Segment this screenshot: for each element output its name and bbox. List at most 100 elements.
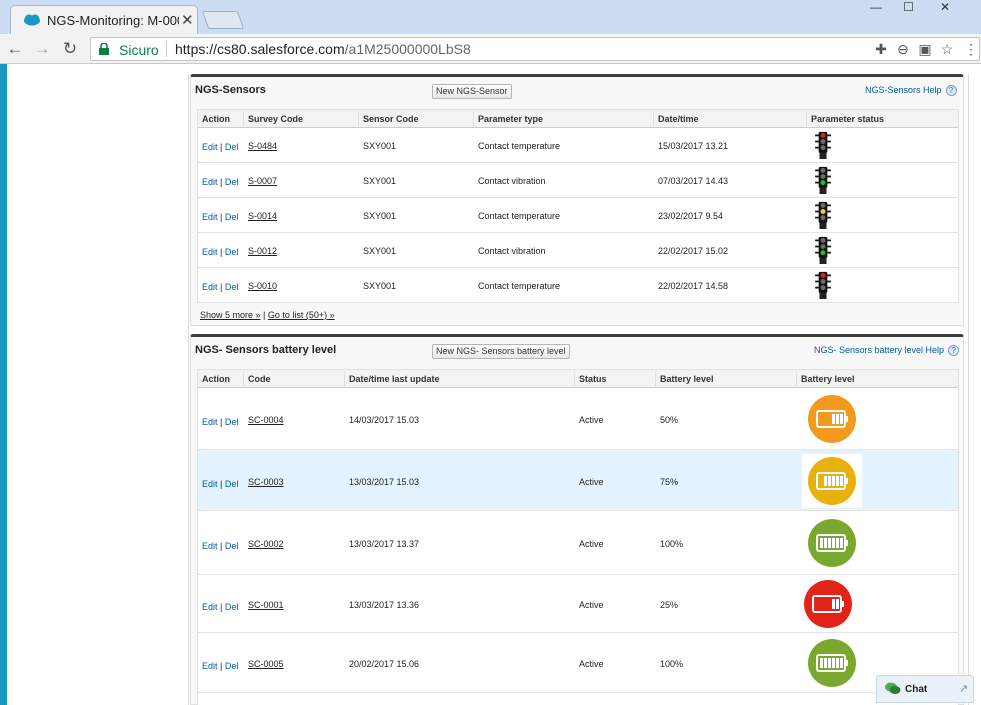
sensor-code: SXY001 [363, 141, 397, 151]
traffic-light-green-icon [815, 166, 831, 194]
url-text[interactable]: https://cs80.salesforce.com/a1M25000000L… [175, 41, 471, 57]
delete-link[interactable]: Del [225, 541, 239, 551]
edit-link[interactable]: Edit [202, 602, 218, 612]
battery-icon-wrap [808, 519, 856, 567]
survey-code-link[interactable]: S-0007 [248, 176, 277, 186]
action-separator: | [220, 417, 223, 427]
content-border [968, 74, 969, 705]
column-divider [574, 372, 575, 386]
bookmark-star-icon[interactable]: ☆ [939, 41, 955, 57]
salesforce-cloud-icon [24, 14, 40, 26]
zoom-icon[interactable]: ⊖ [895, 41, 911, 57]
column-header: Action [202, 114, 230, 124]
battery-code-link[interactable]: SC-0002 [248, 539, 284, 549]
new-tab-button[interactable] [201, 11, 245, 29]
back-icon[interactable]: ← [4, 38, 26, 60]
edit-link[interactable]: Edit [202, 541, 218, 551]
battery-code-link[interactable]: SC-0003 [248, 477, 284, 487]
lock-icon [99, 43, 109, 55]
status: Active [579, 659, 604, 669]
delete-link[interactable]: Del [225, 142, 239, 152]
parameter-type: Contact temperature [478, 141, 561, 151]
chat-label: Chat [905, 684, 928, 695]
browser-tab-strip: NGS-Monitoring: M-000 ✕ — ☐ ✕ [0, 0, 981, 34]
column-divider [655, 372, 656, 386]
row-actions: Edit | Del [202, 602, 238, 612]
row-actions: Edit | Del [202, 177, 238, 187]
survey-code-link[interactable]: S-0014 [248, 211, 277, 221]
delete-link[interactable]: Del [225, 602, 239, 612]
tab-close-icon[interactable]: ✕ [181, 11, 194, 29]
action-separator: | [220, 142, 223, 152]
go-to-list-link[interactable]: Go to list (50+) » [268, 310, 335, 320]
edit-link[interactable]: Edit [202, 479, 218, 489]
maximize-icon[interactable]: ☐ [903, 0, 914, 14]
battery-code-link[interactable]: SC-0004 [248, 415, 284, 425]
edit-link[interactable]: Edit [202, 417, 218, 427]
column-divider [806, 112, 807, 126]
battery-icon-wrap [804, 580, 852, 628]
edit-link[interactable]: Edit [202, 282, 218, 292]
battery-code-link[interactable]: SC-0005 [248, 659, 284, 669]
survey-code-link[interactable]: S-0010 [248, 281, 277, 291]
table-header: Action Survey Code Sensor Code Parameter… [198, 110, 958, 128]
row-actions: Edit | Del [202, 247, 238, 257]
help-icon: ? [945, 85, 957, 97]
edit-link[interactable]: Edit [202, 212, 218, 222]
sensor-code: SXY001 [363, 176, 397, 186]
ngs-sensors-list: NGS-Sensors New NGS-Sensor NGS-Sensors H… [190, 74, 964, 326]
last-update: 13/03/2017 13.37 [349, 539, 420, 549]
translate-icon[interactable]: ▣ [917, 41, 933, 57]
table-row: Edit | Del S-0014 SXY001 Contact temperatur… [198, 198, 958, 233]
date-time: 23/02/2017 9.54 [658, 211, 724, 221]
extension-puzzle-icon[interactable]: ✚ [873, 41, 889, 57]
battery-level-icon [808, 395, 856, 443]
delete-link[interactable]: Del [225, 479, 239, 489]
edit-link[interactable]: Edit [202, 247, 218, 257]
delete-link[interactable]: Del [225, 661, 239, 671]
column-header: Parameter type [478, 114, 544, 124]
popout-icon[interactable]: ↗ [959, 682, 968, 695]
parameter-type: Contact temperature [478, 211, 561, 221]
help-link[interactable]: NGS-Sensors Help? [865, 85, 957, 97]
edit-link[interactable]: Edit [202, 661, 218, 671]
sensors-table: Action Survey Code Sensor Code Parameter… [197, 109, 959, 303]
delete-link[interactable]: Del [225, 247, 239, 257]
delete-link[interactable]: Del [225, 417, 239, 427]
show-more-link[interactable]: Show 5 more » [200, 310, 261, 320]
row-actions: Edit | Del [202, 417, 238, 427]
delete-link[interactable]: Del [225, 212, 239, 222]
action-separator: | [220, 212, 223, 222]
left-sidebar-strip [0, 64, 7, 705]
row-actions: Edit | Del [202, 661, 238, 671]
column-header: Parameter status [811, 114, 885, 124]
battery-code-link[interactable]: SC-0001 [248, 600, 284, 610]
address-bar[interactable]: Sicuro https://cs80.salesforce.com/a1M25… [90, 37, 980, 61]
reload-icon[interactable]: ↻ [59, 38, 81, 60]
edit-link[interactable]: Edit [202, 177, 218, 187]
column-header: Action [202, 374, 230, 384]
table-row: Edit | Del S-0012 SXY001 Contact vibration 2… [198, 233, 958, 268]
action-separator: | [220, 661, 223, 671]
delete-link[interactable]: Del [225, 177, 239, 187]
survey-code-link[interactable]: S-0012 [248, 246, 277, 256]
new-ngs-sensor-button[interactable]: New NGS-Sensor [432, 84, 512, 99]
action-separator: | [220, 177, 223, 187]
browser-toolbar: ← → ↻ Sicuro https://cs80.salesforce.com… [0, 34, 981, 64]
delete-link[interactable]: Del [225, 282, 239, 292]
menu-icon[interactable]: ⋮ [963, 41, 979, 57]
window-close-icon[interactable]: ✕ [940, 0, 950, 14]
minimize-icon[interactable]: — [870, 0, 882, 14]
section-title: NGS-Sensors [195, 84, 266, 96]
new-battery-level-button[interactable]: New NGS- Sensors battery level [432, 344, 570, 359]
help-link[interactable]: NGS- Sensors battery level Help? [814, 345, 960, 357]
survey-code-link[interactable]: S-0484 [248, 141, 277, 151]
browser-tab[interactable]: NGS-Monitoring: M-000 ✕ [10, 5, 198, 34]
section-title: NGS- Sensors battery level [195, 344, 337, 356]
chat-widget[interactable]: Chat ↗ [876, 675, 974, 703]
edit-link[interactable]: Edit [202, 142, 218, 152]
forward-icon[interactable]: → [31, 38, 53, 60]
date-time: 22/02/2017 15.02 [658, 246, 729, 256]
help-link-label: NGS-Sensors Help [865, 85, 942, 95]
table-row: Edit | Del SC-0001 13/03/2017 13.36 Active 2… [198, 575, 958, 633]
